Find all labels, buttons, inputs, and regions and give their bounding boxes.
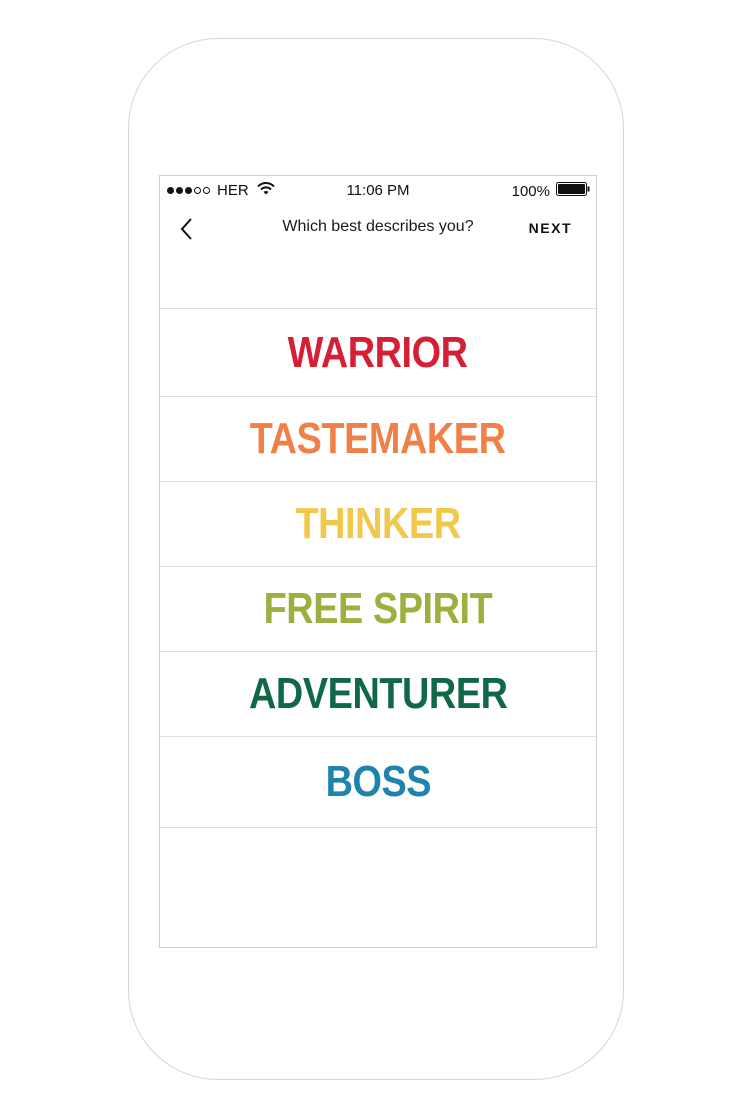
battery-percent: 100%	[511, 182, 550, 200]
option-label: BOSS	[325, 757, 431, 806]
option-warrior[interactable]: WARRIOR	[160, 308, 596, 396]
option-boss[interactable]: BOSS	[160, 736, 596, 828]
option-label: WARRIOR	[288, 327, 468, 377]
option-label: ADVENTURER	[248, 669, 508, 718]
back-button[interactable]	[176, 214, 200, 244]
status-bar: HER 11:06 PM 100%	[160, 176, 596, 204]
next-button[interactable]: NEXT	[529, 220, 572, 236]
page-title: Which best describes you?	[282, 218, 474, 235]
phone-screen: HER 11:06 PM 100% Which best describes y…	[159, 175, 597, 948]
options-list: WARRIOR TASTEMAKER THINKER FREE SPIRIT A…	[160, 308, 596, 828]
chevron-left-icon	[180, 218, 192, 240]
option-free-spirit[interactable]: FREE SPIRIT	[160, 566, 596, 651]
option-thinker[interactable]: THINKER	[160, 481, 596, 566]
option-adventurer[interactable]: ADVENTURER	[160, 651, 596, 736]
navigation-bar: Which best describes you? NEXT	[160, 204, 596, 252]
option-label: THINKER	[295, 499, 461, 548]
status-right: 100%	[512, 182, 590, 200]
option-tastemaker[interactable]: TASTEMAKER	[160, 396, 596, 481]
option-label: TASTEMAKER	[250, 414, 506, 463]
option-label: FREE SPIRIT	[263, 584, 493, 633]
battery-icon	[556, 182, 590, 200]
